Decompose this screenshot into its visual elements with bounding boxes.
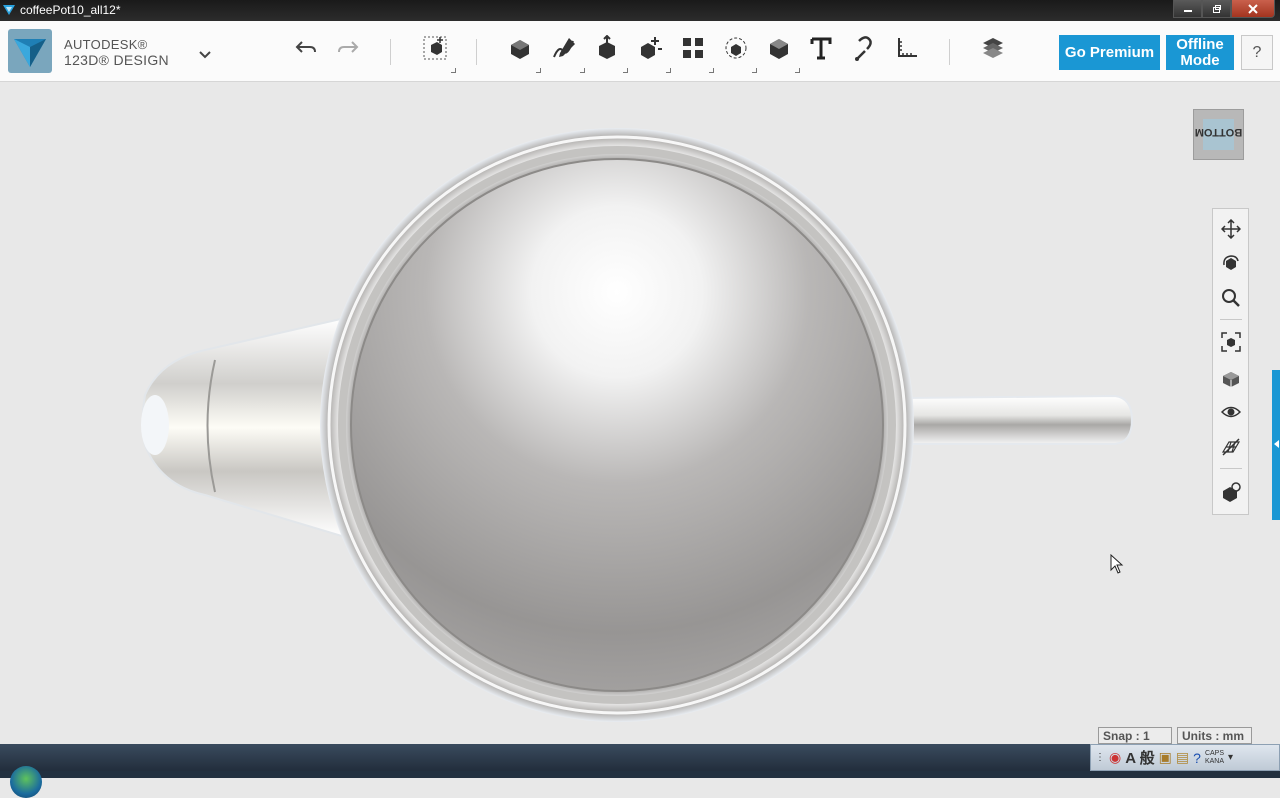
restore-icon: [1212, 4, 1221, 13]
text-icon: [810, 37, 832, 60]
help-button[interactable]: ?: [1241, 35, 1273, 70]
grid-toggle-button[interactable]: [1219, 435, 1243, 459]
help-circle-icon[interactable]: ?: [1193, 750, 1201, 766]
modify-button[interactable]: [592, 33, 628, 73]
tray-app-icon[interactable]: ◉: [1109, 749, 1121, 766]
combine-solid-button[interactable]: [764, 33, 800, 73]
pattern-icon: [641, 37, 662, 59]
material-visibility-button[interactable]: [1219, 480, 1243, 504]
redo-button[interactable]: [333, 33, 363, 63]
visibility-icon: [1221, 406, 1241, 418]
view-cube-label: BOTTOM: [1194, 126, 1243, 138]
combine-icon: [725, 37, 747, 59]
sketch-icon: [511, 40, 529, 59]
tray-expand-icon[interactable]: ▾: [1228, 752, 1233, 763]
zoom-icon: [1222, 289, 1240, 307]
layers-button[interactable]: [978, 33, 1008, 63]
construct-button[interactable]: [549, 33, 585, 73]
sketch-button[interactable]: [505, 33, 541, 73]
start-button[interactable]: [10, 766, 42, 798]
taskbar-strip: [0, 771, 1280, 778]
primitives-icon: [423, 36, 447, 60]
tray-case-icon[interactable]: ▤: [1176, 749, 1189, 766]
view-mode-icon: [1223, 372, 1239, 387]
pan-icon: [1221, 219, 1241, 239]
combine-button[interactable]: [721, 33, 757, 73]
mouse-cursor-icon: [1110, 554, 1124, 574]
snap-button[interactable]: [849, 33, 879, 63]
toolbar-divider: [390, 39, 391, 65]
caps-kana-indicator: CAPS KANA: [1204, 749, 1224, 765]
fit-button[interactable]: [1219, 330, 1243, 354]
pattern-button[interactable]: [635, 33, 671, 73]
orbit-button[interactable]: [1219, 251, 1243, 275]
material-visibility-icon: [1223, 482, 1241, 502]
side-panel-toggle[interactable]: [1272, 370, 1280, 520]
navigation-bar: [1212, 208, 1249, 515]
toolbar-divider: [476, 39, 477, 65]
main-toolbar: AUTODESK® 123D® DESIGN Go Premium Offlin…: [0, 21, 1280, 82]
restore-button[interactable]: [1202, 0, 1231, 18]
fit-icon: [1221, 332, 1241, 352]
solid-icon: [770, 39, 788, 59]
undo-icon: [295, 41, 316, 53]
window-title: coffeePot10_all12*: [20, 3, 121, 17]
layers-icon: [983, 38, 1003, 58]
snap-status[interactable]: Snap : 1: [1098, 727, 1172, 744]
modify-icon: [599, 35, 615, 59]
close-button[interactable]: [1231, 0, 1275, 18]
offline-mode-button[interactable]: Offline Mode: [1166, 35, 1234, 70]
3d-viewport[interactable]: BOTTOM: [0, 82, 1280, 744]
measure-button[interactable]: [892, 33, 922, 63]
minimize-button[interactable]: [1173, 0, 1202, 18]
system-tray: ⋮ ◉ A 般 ▣ ▤ ? CAPS KANA ▾: [1090, 744, 1280, 771]
os-taskbar: ⋮ ◉ A 般 ▣ ▤ ? CAPS KANA ▾: [0, 744, 1280, 798]
toolbar-divider: [949, 39, 950, 65]
view-cube[interactable]: BOTTOM: [1193, 109, 1244, 160]
coffee-pot-model[interactable]: [0, 82, 1280, 744]
window-title-bar: coffeePot10_all12*: [0, 0, 1280, 21]
grouping-button[interactable]: [678, 33, 714, 73]
grid-toggle-icon: [1221, 438, 1241, 456]
view-mode-button[interactable]: [1219, 366, 1243, 390]
orbit-icon: [1223, 255, 1239, 270]
app-logo[interactable]: [8, 29, 52, 73]
brand-autodesk: AUTODESK®: [64, 37, 148, 52]
minimize-icon: [1183, 9, 1192, 12]
nav-divider: [1220, 319, 1242, 320]
nav-divider: [1220, 468, 1242, 469]
units-status[interactable]: Units : mm: [1177, 727, 1252, 744]
app-icon: [3, 5, 15, 15]
grouping-icon: [683, 38, 703, 58]
primitives-button[interactable]: [420, 33, 456, 73]
undo-button[interactable]: [291, 33, 321, 63]
pan-button[interactable]: [1219, 217, 1243, 241]
close-icon: [1248, 3, 1258, 14]
visibility-button[interactable]: [1219, 400, 1243, 424]
zoom-button[interactable]: [1219, 286, 1243, 310]
tray-grip-icon: ⋮: [1095, 752, 1105, 763]
ime-mode-indicator[interactable]: A 般: [1125, 747, 1154, 768]
tray-tools-icon[interactable]: ▣: [1159, 749, 1172, 766]
construct-icon: [553, 38, 575, 58]
chevron-down-icon[interactable]: [196, 45, 214, 63]
snap-icon: [855, 36, 872, 61]
redo-icon: [338, 41, 359, 53]
go-premium-button[interactable]: Go Premium: [1059, 35, 1160, 70]
text-button[interactable]: [806, 33, 836, 63]
window-controls: [1173, 0, 1275, 18]
brand-product: 123D® DESIGN: [64, 52, 169, 68]
measure-icon: [898, 38, 917, 57]
